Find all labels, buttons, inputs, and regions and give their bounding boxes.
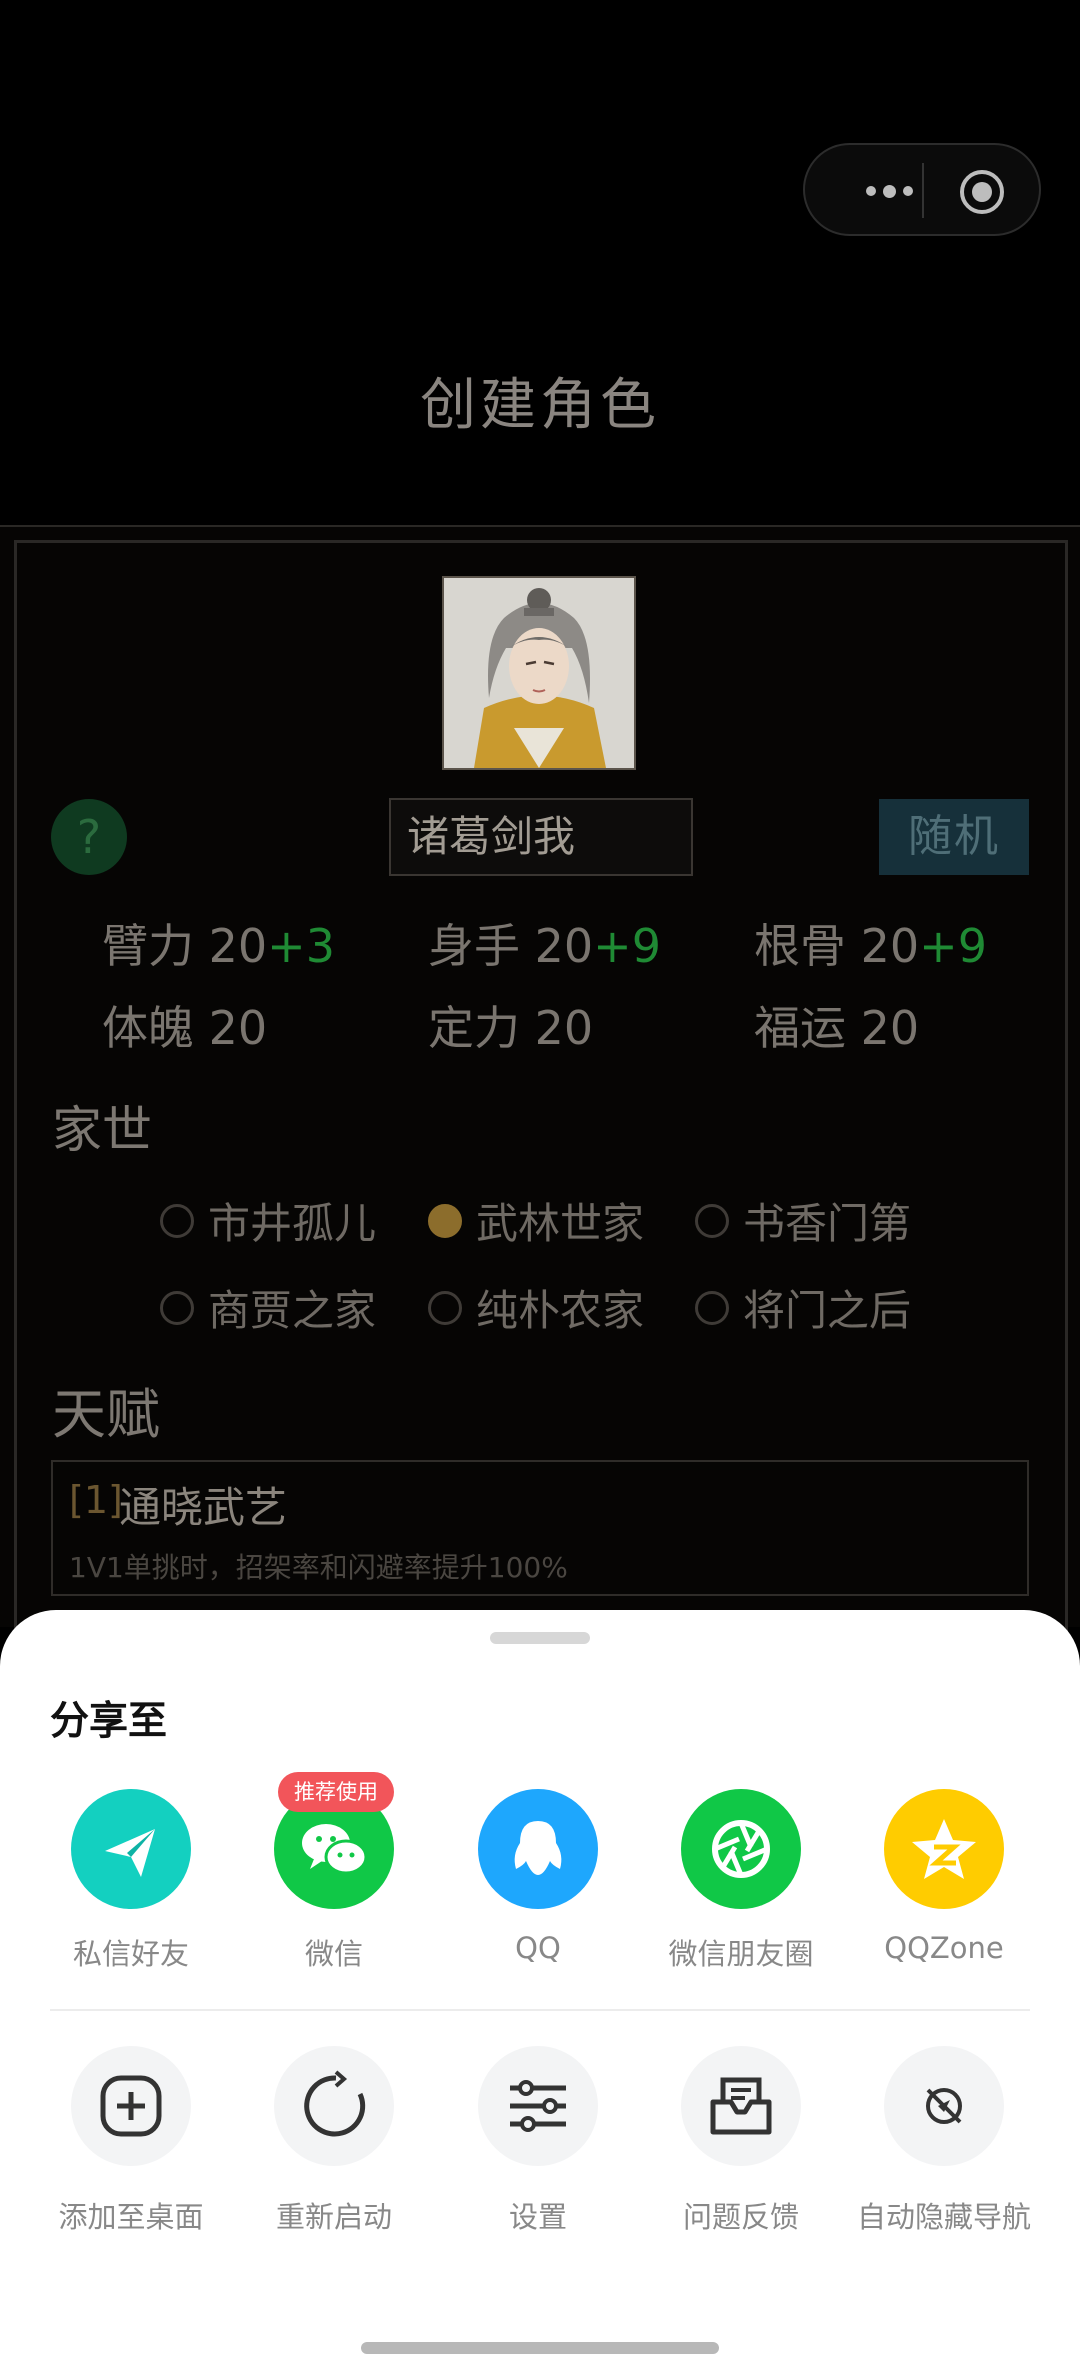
qq-penguin-icon xyxy=(478,1789,598,1909)
stat-focus: 定力 20 xyxy=(428,1001,594,1055)
share-moments-button[interactable]: 微信朋友圈 xyxy=(639,1789,843,1973)
radio-icon xyxy=(695,1290,729,1325)
talent-index: [1] xyxy=(69,1478,123,1522)
stat-strength: 臂力 20+3 xyxy=(102,919,335,973)
qzone-star-icon xyxy=(884,1789,1004,1909)
capsule-divider xyxy=(922,163,924,218)
radio-selected-icon xyxy=(428,1203,462,1238)
radio-icon xyxy=(160,1290,194,1325)
family-option[interactable]: 商贾之家 xyxy=(160,1277,376,1338)
talent-description: 1V1单挑时，招架率和闪避率提升100% xyxy=(69,1551,568,1584)
radio-icon xyxy=(160,1203,194,1238)
stat-luck: 福运 20 xyxy=(754,1001,920,1055)
character-name-input[interactable]: 诸葛剑我 xyxy=(389,798,693,876)
paper-plane-icon xyxy=(71,1789,191,1909)
moments-aperture-icon xyxy=(681,1789,801,1909)
auto-hide-nav-button[interactable]: 自动隐藏导航 xyxy=(842,2046,1046,2236)
feedback-icon xyxy=(681,2046,801,2166)
close-miniprogram-icon[interactable] xyxy=(960,170,1004,214)
family-option[interactable]: 书香门第 xyxy=(695,1190,911,1251)
radio-icon xyxy=(695,1203,729,1238)
share-sheet-divider xyxy=(50,2009,1030,2011)
add-to-desktop-button[interactable]: 添加至桌面 xyxy=(29,2046,233,2236)
family-option[interactable]: 纯朴农家 xyxy=(428,1277,644,1338)
family-section-title: 家世 xyxy=(52,1101,152,1159)
family-option[interactable]: 市井孤儿 xyxy=(160,1190,376,1251)
settings-sliders-icon xyxy=(478,2046,598,2166)
restart-button[interactable]: 重新启动 xyxy=(232,2046,436,2236)
random-name-button[interactable]: 随机 xyxy=(879,799,1029,875)
share-sheet: 分享至 xyxy=(0,1610,1080,2375)
restart-icon xyxy=(274,2046,394,2166)
add-square-icon xyxy=(71,2046,191,2166)
talent-section-title: 天赋 xyxy=(52,1383,160,1446)
share-qzone-button[interactable]: QQZone xyxy=(842,1789,1046,1965)
settings-button[interactable]: 设置 xyxy=(436,2046,640,2236)
share-private-message-button[interactable]: 私信好友 xyxy=(29,1789,233,1973)
feedback-button[interactable]: 问题反馈 xyxy=(639,2046,843,2236)
share-wechat-button[interactable]: 微信 xyxy=(232,1789,436,1973)
character-portrait[interactable] xyxy=(442,576,636,770)
more-options-icon[interactable] xyxy=(849,173,929,209)
share-sheet-title: 分享至 xyxy=(50,1699,168,1744)
family-option[interactable]: 将门之后 xyxy=(695,1277,911,1338)
talent-name: 通晓武艺 xyxy=(119,1483,288,1532)
share-qq-button[interactable]: QQ xyxy=(436,1789,640,1965)
stat-physique: 体魄 20 xyxy=(102,1001,268,1055)
help-icon[interactable]: ? xyxy=(51,799,127,875)
stat-constitution: 根骨 20+9 xyxy=(754,919,987,973)
miniprogram-capsule xyxy=(803,143,1041,236)
recommended-badge: 推荐使用 xyxy=(278,1772,394,1812)
radio-icon xyxy=(428,1290,462,1325)
talent-card[interactable]: [1] 通晓武艺 1V1单挑时，招架率和闪避率提升100% xyxy=(51,1460,1029,1596)
stat-agility: 身手 20+9 xyxy=(428,919,661,973)
page-title: 创建角色 xyxy=(420,373,660,438)
home-indicator[interactable] xyxy=(361,2342,719,2354)
family-option[interactable]: 武林世家 xyxy=(428,1190,644,1251)
sheet-grabber[interactable] xyxy=(490,1632,590,1644)
hide-nav-icon xyxy=(884,2046,1004,2166)
